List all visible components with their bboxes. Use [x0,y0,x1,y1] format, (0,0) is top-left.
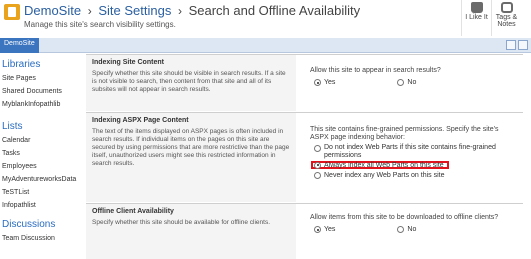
section-title: Indexing Site Content [92,59,164,66]
aspx-indexing-question: This site contains fine-grained permissi… [310,126,499,141]
breadcrumb-separator: › [87,4,92,18]
nav-heading-discussions[interactable]: Discussions [0,216,84,232]
section-info: Offline Client Availability Specify whet… [86,204,296,259]
offline-question: Allow items from this site to be downloa… [310,214,499,221]
navigate-up-icon[interactable] [506,40,516,50]
offline-yes-option[interactable]: Yes [314,226,335,233]
option-label: No [407,79,417,86]
settings-main: Indexing Site Content Specify whether th… [86,52,523,259]
radio-unselected[interactable] [397,79,405,86]
nav-heading-libraries[interactable]: Libraries [0,56,84,72]
section-indexing-aspx-content: Indexing ASPX Page Content The text of t… [86,112,523,202]
radio-unselected[interactable] [314,171,321,179]
tab-demosite[interactable]: DemoSite [0,38,39,53]
section-title: Offline Client Availability [92,208,174,215]
breadcrumb-site[interactable]: DemoSite [24,3,81,18]
section-description: Specify whether this site should be visi… [92,70,286,93]
breadcrumb-separator: › [177,4,182,18]
breadcrumb-current-page: Search and Offline Availability [188,3,361,18]
option-label: Always index all Web Parts on this site [324,161,444,169]
breadcrumb-site-settings[interactable]: Site Settings [98,3,171,18]
nav-item-myblankinfopathlib[interactable]: MyblankInfopathlib [0,98,84,111]
aspx-indexing-options: Do not index Web Parts if this site cont… [310,144,517,179]
aspx-do-not-index-option[interactable]: Do not index Web Parts if this site cont… [314,144,517,159]
radio-selected[interactable] [314,79,321,86]
radio-unselected[interactable] [314,144,321,152]
thumbs-up-icon [470,2,483,13]
section-description: Specify whether this site should be avai… [92,219,271,226]
nav-tools [506,40,528,50]
search-visibility-options: Yes No [310,79,517,86]
offline-no-option[interactable]: No [397,226,416,233]
page-title: DemoSite › Site Settings › Search and Of… [24,3,360,18]
section-title: Indexing ASPX Page Content [92,117,189,124]
section-controls: Allow items from this site to be downloa… [306,204,521,237]
nav-heading-lists[interactable]: Lists [0,118,84,134]
radio-selected[interactable] [314,161,321,169]
i-like-it-label: I Like It [465,14,488,21]
aspx-never-index-option[interactable]: Never index any Web Parts on this site [314,171,517,179]
top-nav-bar: DemoSite [0,38,531,53]
section-indexing-site-content: Indexing Site Content Specify whether th… [86,54,523,111]
nav-item-testlist[interactable]: TeSTList [0,186,84,199]
section-description: The text of the items displayed on ASPX … [92,128,290,167]
section-controls: Allow this site to appear in search resu… [306,55,521,90]
option-label: Do not index Web Parts if this site cont… [324,144,496,159]
section-info: Indexing ASPX Page Content The text of t… [86,113,296,202]
section-info: Indexing Site Content Specify whether th… [86,55,296,111]
nav-item-shared-documents[interactable]: Shared Documents [0,85,84,98]
nav-item-calendar[interactable]: Calendar [0,134,84,147]
search-visibility-no-option[interactable]: No [397,79,416,86]
page-description: Manage this site's search visibility set… [24,20,176,29]
option-label: Yes [324,79,336,86]
nav-item-employees[interactable]: Employees [0,160,84,173]
section-controls: This site contains fine-grained permissi… [306,113,521,183]
nav-item-site-pages[interactable]: Site Pages [0,72,84,85]
tag-icon [500,2,513,13]
radio-unselected[interactable] [397,226,405,233]
page-header: DemoSite › Site Settings › Search and Of… [0,0,531,36]
option-label: No [407,226,417,233]
edit-page-icon[interactable] [518,40,528,50]
search-visibility-yes-option[interactable]: Yes [314,79,335,86]
header-actions: I Like It Tags & Notes [461,0,521,36]
quick-launch: Libraries Site Pages Shared Documents My… [0,56,84,259]
aspx-always-index-option[interactable]: Always index all Web Parts on this site [311,161,449,169]
nav-item-tasks[interactable]: Tasks [0,147,84,160]
nav-item-infopathlist[interactable]: Infopathlist [0,199,84,212]
search-visibility-question: Allow this site to appear in search resu… [310,67,441,74]
site-logo-icon [4,4,20,20]
section-offline-client-availability: Offline Client Availability Specify whet… [86,203,523,259]
radio-selected[interactable] [314,226,321,233]
option-label: Never index any Web Parts on this site [324,171,445,179]
i-like-it-button[interactable]: I Like It [461,0,491,36]
nav-item-myadventureworksdata[interactable]: MyAdventureworksData [0,173,84,186]
option-label: Yes [324,226,336,233]
nav-item-team-discussion[interactable]: Team Discussion [0,232,84,245]
tags-notes-label: Tags & Notes [495,14,518,28]
tags-notes-button[interactable]: Tags & Notes [491,0,521,36]
offline-options: Yes No [310,226,517,233]
